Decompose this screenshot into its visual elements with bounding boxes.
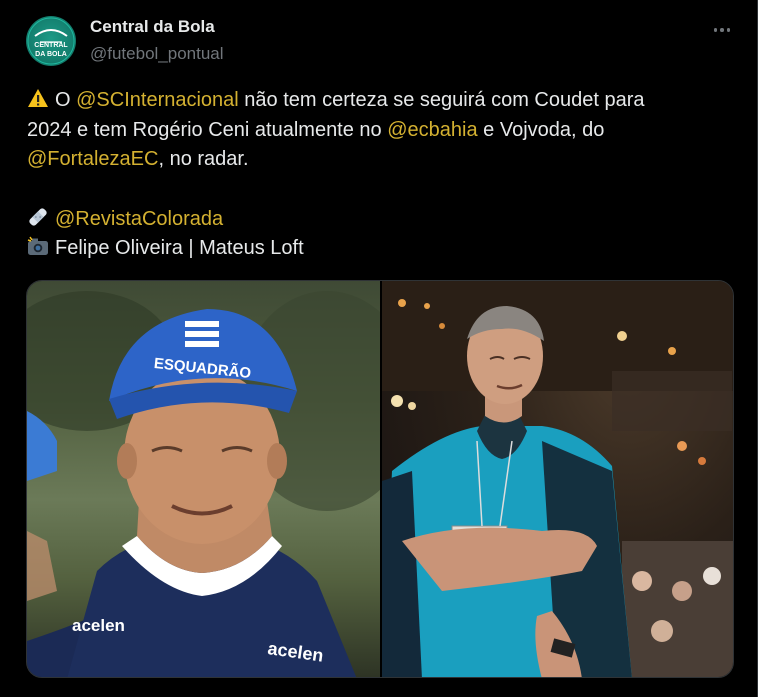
avatar-logo: CENTRAL DA BOLA	[27, 17, 75, 65]
tweet-line-3: @FortalezaEC, no radar.	[27, 145, 727, 175]
avatar-text-2: DA BOLA	[35, 51, 67, 58]
author-handle[interactable]: @futebol_pontual	[90, 44, 224, 64]
camera-flash-icon	[27, 235, 49, 257]
sponsor-text-left: acelen	[72, 616, 125, 635]
photo-right-illustration	[382, 281, 733, 677]
avatar[interactable]: CENTRAL DA BOLA	[26, 16, 76, 66]
avatar-text-1: CENTRAL	[34, 42, 68, 49]
tweet-card[interactable]: CENTRAL DA BOLA Central da Bola @futebol…	[0, 0, 758, 697]
tweet-text-segment: 2024 e tem Rogério Ceni atualmente no	[27, 118, 388, 141]
tweet-text: O @SCInternacional não tem certeza se se…	[27, 86, 727, 264]
photo-rogerio-ceni[interactable]: ESQUADRÃO acelen acelen	[27, 281, 380, 677]
photo-left-illustration: ESQUADRÃO acelen acelen	[27, 291, 380, 677]
mention-ecbahia[interactable]: @ecbahia	[387, 119, 477, 141]
tweet-text-segment: , no radar.	[158, 148, 249, 170]
tweet-text-segment: e Vojvoda, do	[477, 118, 605, 141]
media-grid[interactable]: ESQUADRÃO acelen acelen	[26, 280, 734, 678]
author-name[interactable]: Central da Bola	[90, 17, 215, 37]
warning-icon	[27, 87, 49, 109]
mention-fortalezaec[interactable]: @FortalezaEC	[27, 148, 158, 170]
tweet-line-5: Felipe Oliveira | Mateus Loft	[27, 234, 727, 264]
mention-revistacolorada[interactable]: @RevistaColorada	[55, 208, 223, 230]
photo-vojvoda[interactable]	[382, 281, 733, 677]
more-options-icon[interactable]	[708, 20, 736, 40]
tweet-line-4: @RevistaColorada	[27, 205, 727, 235]
tweet-line-2: 2024 e tem Rogério Ceni atualmente no @e…	[27, 116, 727, 146]
mention-scinternacional[interactable]: @SCInternacional	[76, 89, 239, 111]
tweet-text-segment: O	[55, 89, 77, 111]
bandage-icon	[27, 206, 49, 228]
tweet-line-1: O @SCInternacional não tem certeza se se…	[27, 86, 727, 116]
photo-credit: Felipe Oliveira | Mateus Loft	[55, 237, 304, 259]
tweet-text-segment: não tem certeza se seguirá com Coudet pa…	[238, 89, 645, 111]
